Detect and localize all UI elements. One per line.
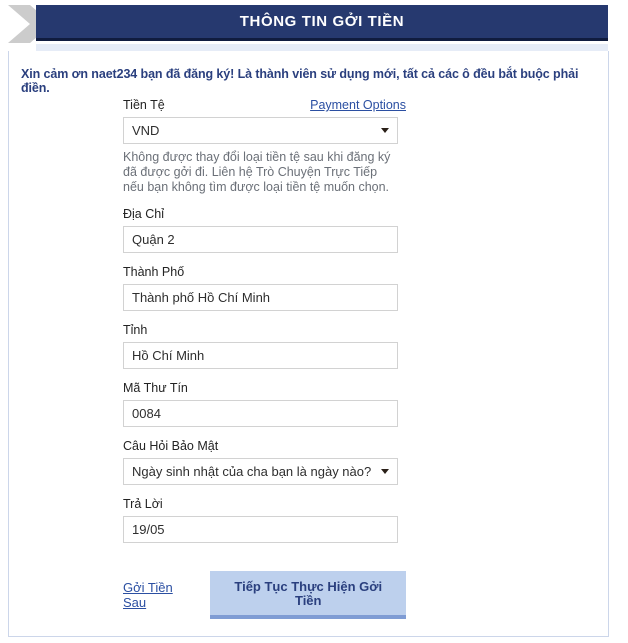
currency-label-row: Tiền Tệ Payment Options [123, 98, 406, 112]
field-city: Thành Phố [123, 265, 406, 311]
province-input[interactable] [123, 342, 398, 369]
answer-label: Trả Lời [123, 497, 163, 511]
page-header: THÔNG TIN GỞI TIỀN [0, 0, 628, 51]
content-panel: Xin cảm ơn naet234 bạn đã đăng ký! Là th… [8, 51, 609, 637]
field-answer: Trả Lời [123, 497, 406, 543]
continue-deposit-button[interactable]: Tiếp Tục Thực Hiện Gởi Tiền [210, 571, 406, 619]
field-security-question: Câu Hỏi Bảo Mật Ngày sinh nhật của cha b… [123, 439, 406, 485]
province-label-row: Tỉnh [123, 323, 406, 337]
deposit-form: Tiền Tệ Payment Options VND Không được t… [123, 98, 406, 551]
currency-select-wrap: VND [123, 117, 398, 144]
city-label: Thành Phố [123, 265, 185, 279]
field-currency: Tiền Tệ Payment Options VND Không được t… [123, 98, 406, 195]
form-actions: Gởi Tiền Sau Tiếp Tục Thực Hiện Gởi Tiền [123, 571, 406, 619]
currency-helper-text: Không được thay đổi loại tiền tệ sau khi… [123, 150, 391, 194]
header-underband [36, 44, 608, 51]
city-input[interactable] [123, 284, 398, 311]
city-label-row: Thành Phố [123, 265, 406, 279]
security-question-select[interactable]: Ngày sinh nhật của cha bạn là ngày nào? [123, 458, 398, 485]
currency-select[interactable]: VND [123, 117, 398, 144]
deposit-information-page: THÔNG TIN GỞI TIỀN Xin cảm ơn naet234 bạ… [0, 0, 628, 643]
currency-label: Tiền Tệ [123, 98, 165, 112]
security-question-label: Câu Hỏi Bảo Mật [123, 439, 219, 453]
payment-options-link[interactable]: Payment Options [310, 98, 406, 112]
security-question-label-row: Câu Hỏi Bảo Mật [123, 439, 406, 453]
field-postal-code: Mã Thư Tín [123, 381, 406, 427]
security-question-select-wrap: Ngày sinh nhật của cha bạn là ngày nào? [123, 458, 398, 485]
field-province: Tỉnh [123, 323, 406, 369]
address-input[interactable] [123, 226, 398, 253]
address-label: Địa Chỉ [123, 207, 164, 221]
postal-code-label-row: Mã Thư Tín [123, 381, 406, 395]
deposit-later-link[interactable]: Gởi Tiền Sau [123, 580, 198, 610]
answer-input[interactable] [123, 516, 398, 543]
address-label-row: Địa Chỉ [123, 207, 406, 221]
welcome-notice: Xin cảm ơn naet234 bạn đã đăng ký! Là th… [21, 67, 579, 95]
field-address: Địa Chỉ [123, 207, 406, 253]
province-label: Tỉnh [123, 323, 148, 337]
page-title: THÔNG TIN GỞI TIỀN [239, 13, 405, 30]
postal-code-label: Mã Thư Tín [123, 381, 188, 395]
postal-code-input[interactable] [123, 400, 398, 427]
answer-label-row: Trả Lời [123, 497, 406, 511]
